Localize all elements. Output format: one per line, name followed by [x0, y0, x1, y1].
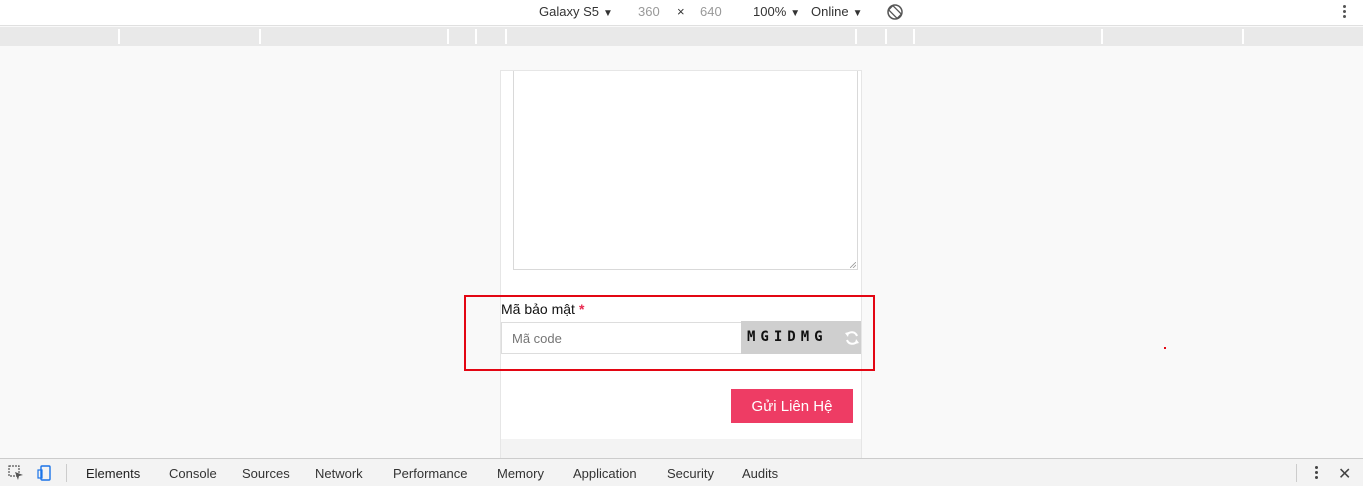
device-toolbar-toggle-icon[interactable] — [37, 465, 53, 481]
devtools-tabbar: Elements Console Sources Network Perform… — [0, 458, 1363, 486]
zoom-value: 100% — [753, 4, 787, 19]
viewport-footer — [501, 439, 861, 458]
tab-performance[interactable]: Performance — [393, 466, 467, 481]
devtools-menu-icon[interactable] — [1312, 464, 1320, 482]
tab-elements[interactable]: Elements — [86, 466, 140, 481]
dimension-times: × — [677, 4, 685, 19]
caret-down-icon: ▼ — [602, 8, 613, 19]
resize-handle-icon[interactable] — [850, 262, 856, 268]
zoom-select[interactable]: 100% ▼ — [753, 4, 800, 19]
message-textarea[interactable] — [513, 71, 858, 270]
device-select[interactable]: Galaxy S5 ▼ — [539, 4, 613, 19]
rotate-icon[interactable] — [886, 3, 904, 21]
tab-memory[interactable]: Memory — [497, 466, 544, 481]
highlight-box — [464, 295, 875, 371]
close-devtools-icon[interactable]: ✕ — [1338, 464, 1351, 484]
tab-console[interactable]: Console — [169, 466, 217, 481]
media-query-ruler[interactable] — [0, 27, 1363, 46]
submit-contact-button[interactable]: Gửi Liên Hệ — [731, 389, 853, 423]
tab-security[interactable]: Security — [667, 466, 714, 481]
tab-application[interactable]: Application — [573, 466, 637, 481]
throttle-value: Online — [811, 4, 849, 19]
inspect-element-icon[interactable] — [8, 465, 24, 481]
tab-audits[interactable]: Audits — [742, 466, 778, 481]
tab-network[interactable]: Network — [315, 466, 363, 481]
device-viewport: Mã bảo mật* MGIDMG Gửi Liên Hệ — [500, 70, 862, 458]
caret-down-icon: ▼ — [852, 8, 863, 19]
throttle-select[interactable]: Online ▼ — [811, 4, 862, 19]
tab-sources[interactable]: Sources — [242, 466, 290, 481]
width-field[interactable]: 360 — [638, 4, 660, 19]
device-name: Galaxy S5 — [539, 4, 599, 19]
more-options-icon[interactable] — [1339, 3, 1349, 21]
caret-down-icon: ▼ — [790, 8, 801, 19]
device-toolbar: Galaxy S5 ▼ 360 × 640 100% ▼ Online ▼ — [0, 0, 1363, 26]
height-field[interactable]: 640 — [700, 4, 722, 19]
red-marker — [1164, 347, 1166, 349]
